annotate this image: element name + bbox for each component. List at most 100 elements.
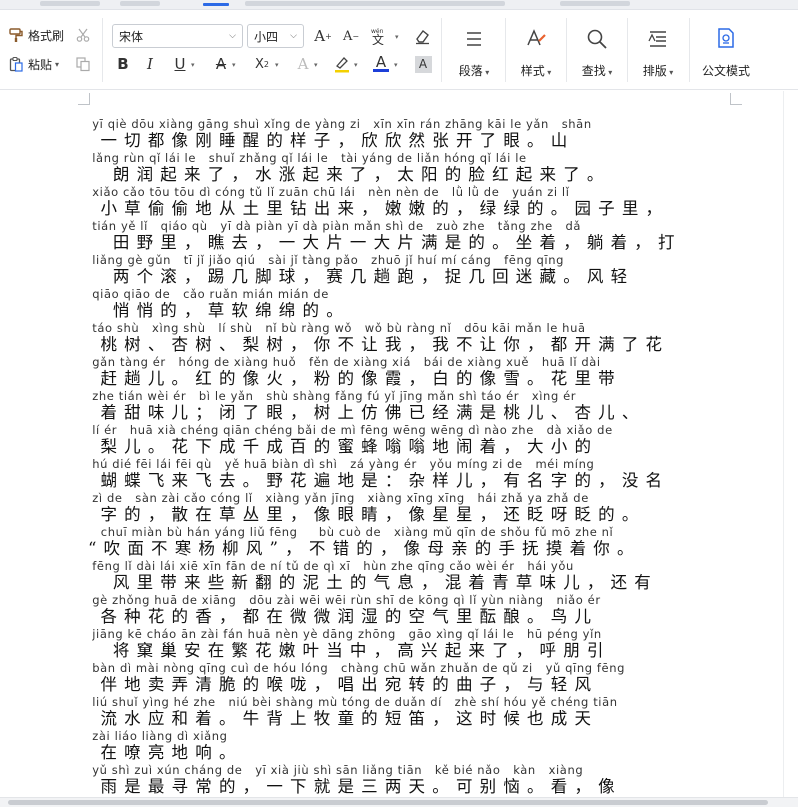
- find-button[interactable]: 查找 ▾: [574, 16, 620, 84]
- chevron-down-icon: ⌵: [290, 31, 297, 41]
- chevron-down-icon: ▾: [232, 61, 236, 69]
- paste-label: 粘贴: [28, 57, 53, 72]
- find-label: 查找: [581, 64, 606, 78]
- font-name-select[interactable]: 宋体 ⌵: [112, 24, 243, 48]
- svg-text:文: 文: [372, 32, 384, 45]
- phonetic-guide-button[interactable]: wén 文: [368, 25, 394, 47]
- paragraph-label: 段落: [458, 64, 483, 78]
- pinyin-annotation: tián yě lǐ qiáo qù yī dà piàn yī dà piàn…: [88, 219, 582, 233]
- clear-formatting-button[interactable]: [411, 25, 433, 47]
- layout-label: 排版: [642, 64, 667, 78]
- chinese-text: 雨是最寻常的，一下就是三两天。可别恼。看，像: [88, 777, 622, 796]
- text-line: tián yě lǐ qiáo qù yī dà piàn yī dà piàn…: [88, 220, 728, 254]
- strikethrough-button[interactable]: A: [210, 53, 232, 75]
- text-line: fēng lǐ dài lái xiē xīn fān de ní tǔ de …: [88, 560, 728, 594]
- text-line: liú shuǐ yìng hé zhe niú bèi shàng mù tó…: [88, 696, 728, 730]
- chinese-text: 小草偷偷地从土里钻出来，嫩嫩的，绿绿的。园子里，: [88, 199, 670, 218]
- pinyin-annotation: bàn dì mài nòng qīng cuì de hóu lóng chà…: [88, 661, 625, 675]
- font-color-button[interactable]: A: [370, 52, 392, 74]
- chinese-text: 将窠巢安在繁花嫩叶当中，高兴起来了，呼朋引: [88, 641, 611, 660]
- text-line: yī qiè dōu xiàng gāng shuì xǐng de yàng …: [88, 118, 728, 152]
- copy-icon: [76, 57, 90, 72]
- chevron-down-icon: ▾: [275, 61, 279, 69]
- style-label: 样式: [520, 64, 545, 78]
- official-mode-button[interactable]: 公文模式: [699, 16, 753, 84]
- cut-button[interactable]: [72, 24, 94, 46]
- pinyin-annotation: gǎn tàng ér hóng de xiàng huǒ fěn de xià…: [88, 355, 601, 369]
- chinese-text: 着甜味儿；闭了眼，树上仿佛已经满是桃儿、杏儿、: [88, 403, 646, 422]
- chinese-text: 赶趟儿。红的像火，粉的像霞，白的像雪。花里带: [88, 369, 622, 388]
- chevron-down-icon: ▾: [544, 68, 552, 77]
- text-effect-button[interactable]: A: [292, 53, 314, 75]
- style-icon: [524, 22, 548, 56]
- highlighter-icon: [335, 57, 349, 73]
- chinese-text: 朗润起来了，水涨起来了，太阳的脸红起来了。: [88, 165, 611, 184]
- group-divider: [566, 18, 567, 82]
- page-corner-mark: [730, 93, 742, 105]
- text-line: táo shù xìng shù lí shù nǐ bù ràng wǒ wǒ…: [88, 322, 728, 356]
- pinyin-annotation: liǎng gè gǔn tī jǐ jiǎo qiú sài jǐ tàng …: [88, 253, 564, 267]
- pinyin-annotation: lí ér huā xià chéng qiān chéng bǎi de mì…: [88, 423, 613, 437]
- grow-font-button[interactable]: A +: [312, 25, 334, 47]
- chinese-text: 风里带来些新翻的泥土的气息，混着青草味儿，还有: [88, 573, 658, 592]
- pinyin-annotation: jiāng kē cháo ān zài fán huā nèn yè dāng…: [88, 627, 602, 641]
- pinyin-annotation: yī qiè dōu xiàng gāng shuì xǐng de yàng …: [88, 117, 592, 131]
- group-divider: [627, 18, 628, 82]
- pinyin-annotation: zhe tián wèi ér bì le yǎn shù shàng fǎng…: [88, 389, 577, 403]
- pinyin-annotation: zài liáo liàng dì xiǎng: [88, 729, 228, 743]
- phonetic-guide-icon: wén文: [371, 28, 384, 45]
- font-size-select[interactable]: 小四 ⌵: [247, 24, 304, 48]
- document-body[interactable]: yī qiè dōu xiàng gāng shuì xǐng de yàng …: [88, 118, 728, 807]
- shrink-font-button[interactable]: A −: [340, 25, 362, 47]
- layout-button[interactable]: 排版 ▾: [636, 16, 680, 84]
- font-size-value: 小四: [254, 29, 279, 44]
- format-painter-icon: [7, 26, 25, 44]
- text-line: xiǎo cǎo tōu tōu dì cóng tǔ lǐ zuān chū …: [88, 186, 728, 220]
- page-corner-mark: [78, 93, 90, 105]
- tab-placeholder: [120, 1, 160, 6]
- pinyin-annotation: chuī miàn bù hán yáng liǔ fēng bù cuò de…: [88, 525, 614, 539]
- chinese-text: 桃树、杏树、梨树，你不让我，我不让你，都开满了花: [88, 335, 670, 354]
- group-divider: [102, 18, 103, 82]
- pinyin-annotation: lǎng rùn qǐ lái le shuǐ zhǎng qǐ lái le …: [88, 151, 527, 165]
- bold-button[interactable]: B: [112, 53, 134, 75]
- paste-icon: [7, 55, 25, 73]
- horizontal-scrollbar[interactable]: [0, 797, 798, 807]
- chevron-down-icon: ▾: [395, 33, 399, 41]
- chevron-down-icon: ▾: [314, 61, 318, 69]
- character-shading-button[interactable]: A: [412, 53, 434, 75]
- superscript-button[interactable]: X2: [251, 53, 273, 75]
- pinyin-annotation: zì de sàn zài cǎo cóng lǐ xiàng yǎn jīng…: [88, 491, 589, 505]
- format-painter-button[interactable]: 格式刷: [4, 23, 67, 47]
- tab-placeholder: [560, 1, 630, 6]
- italic-button[interactable]: I: [139, 53, 161, 75]
- chevron-down-icon: ▾: [191, 61, 195, 69]
- paragraph-button[interactable]: 段落 ▾: [452, 16, 496, 84]
- character-shading-icon: A: [414, 55, 432, 73]
- group-divider: [505, 18, 506, 82]
- style-button[interactable]: 样式 ▾: [514, 16, 558, 84]
- group-divider: [441, 18, 442, 82]
- paste-button[interactable]: 粘贴 ▾: [4, 52, 62, 76]
- font-color-icon: A: [373, 54, 389, 72]
- text-line: gè zhǒng huā de xiāng dōu zài wēi wēi rù…: [88, 594, 728, 628]
- text-line: jiāng kē cháo ān zài fán huā nèn yè dāng…: [88, 628, 728, 662]
- pinyin-annotation: fēng lǐ dài lái xiē xīn fān de ní tǔ de …: [88, 559, 574, 573]
- tab-placeholder: [40, 1, 100, 6]
- copy-button[interactable]: [72, 53, 94, 75]
- text-line: yǔ shì zuì xún cháng de yī xià jiù shì s…: [88, 764, 728, 798]
- chevron-down-icon: ▾: [605, 68, 613, 77]
- pinyin-annotation: táo shù xìng shù lí shù nǐ bù ràng wǒ wǒ…: [88, 321, 586, 335]
- chinese-text: 蝴蝶飞来飞去。野花遍地是：杂样儿，有名字的，没名: [88, 471, 670, 490]
- text-line: zì de sàn zài cǎo cóng lǐ xiàng yǎn jīng…: [88, 492, 728, 526]
- underline-button[interactable]: U: [169, 53, 191, 75]
- active-tab-indicator: [203, 3, 229, 6]
- scrollbar-thumb[interactable]: [8, 800, 768, 805]
- chinese-text: 田野里，瞧去，一大片一大片满是的。坐着，躺着，打: [88, 233, 682, 252]
- title-tab-strip: [0, 0, 798, 10]
- chinese-text: 字的，散在草丛里，像眼睛，像星星，还眨呀眨的。: [88, 505, 646, 524]
- chinese-text: 一切都像刚睡醒的样子，欣欣然张开了眼。山: [88, 131, 575, 150]
- tab-placeholder: [245, 1, 505, 6]
- highlight-button[interactable]: [331, 53, 353, 75]
- eraser-icon: [415, 29, 429, 44]
